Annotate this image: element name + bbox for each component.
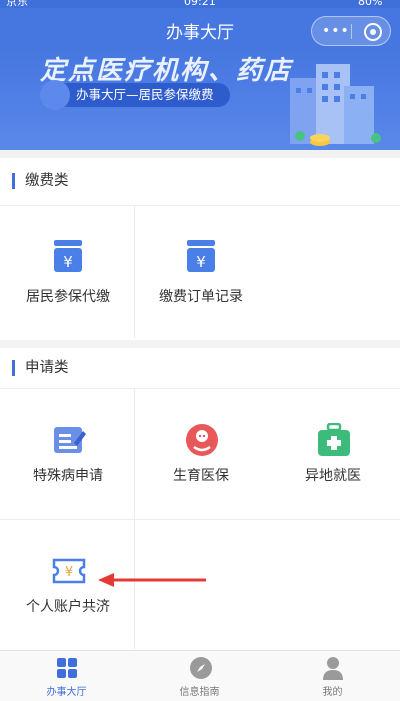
tile-label: 缴费订单记录	[159, 289, 243, 305]
yuan-calendar-icon: ¥	[54, 240, 82, 272]
medical-kit-icon	[318, 423, 350, 456]
tab-label: 信息指南	[179, 687, 220, 698]
close-target-icon[interactable]	[364, 23, 382, 41]
tab-label: 办事大厅	[46, 687, 87, 698]
person-icon	[323, 657, 343, 680]
banner[interactable]: 定点医疗机构、药店 办事大厅—居民参保缴费	[0, 50, 400, 150]
svg-text:¥: ¥	[63, 253, 73, 271]
tile-label: 居民参保代缴	[26, 289, 110, 305]
svg-text:¥: ¥	[196, 253, 206, 271]
yuan-ticket-icon: ¥	[52, 558, 86, 584]
section-title-payment: 缴费类	[12, 173, 69, 189]
carrier-label: 京东	[6, 0, 28, 8]
payment-section: 缴费类 ¥ 居民参保代缴 ¥ 缴费订单记录	[0, 158, 400, 340]
tab-service-hall[interactable]: 办事大厅	[0, 651, 133, 701]
tile-label: 异地就医	[305, 468, 361, 484]
baby-icon	[186, 424, 218, 456]
banner-headline: 定点医疗机构、药店	[40, 56, 293, 86]
tab-mine[interactable]: 我的	[266, 651, 399, 701]
clock: 09:21	[184, 0, 216, 8]
tile-label: 生育医保	[173, 468, 229, 484]
tile-maternity-insurance[interactable]: 生育医保	[135, 389, 267, 519]
annotation-arrow	[98, 573, 206, 587]
svg-text:¥: ¥	[65, 565, 73, 580]
yuan-calendar-icon: ¥	[187, 240, 215, 272]
tab-label: 我的	[322, 687, 343, 698]
banner-pill: 办事大厅—居民参保缴费	[40, 80, 230, 110]
tile-resident-insurance-payment[interactable]: ¥ 居民参保代缴	[2, 206, 134, 338]
tile-special-disease-application[interactable]: 特殊病申请	[2, 389, 134, 519]
mini-program-capsule: •••	[311, 16, 391, 46]
more-icon[interactable]: •••	[322, 24, 350, 38]
section-title-application: 申请类	[12, 360, 69, 376]
compass-icon	[190, 657, 212, 679]
application-section: 申请类 特殊病申请 生育医保 异地就医 ¥ 个人账户共济	[0, 348, 400, 650]
tile-label: 个人账户共济	[26, 599, 110, 615]
tab-info-guide[interactable]: 信息指南	[133, 651, 266, 701]
status-bar: 京东 09:21 80%	[0, 0, 400, 8]
tile-cross-region-medical[interactable]: 异地就医	[267, 389, 399, 519]
city-buildings-illustration	[290, 64, 381, 146]
bottom-tab-bar: 办事大厅 信息指南 我的	[0, 650, 400, 701]
grid-icon	[57, 658, 77, 678]
tile-label: 特殊病申请	[33, 468, 103, 484]
battery-label: 80%	[358, 0, 383, 8]
navigation-bar: 办事大厅 •••	[0, 8, 400, 50]
edit-document-icon	[54, 427, 86, 453]
tile-payment-order-records[interactable]: ¥ 缴费订单记录	[135, 206, 267, 338]
